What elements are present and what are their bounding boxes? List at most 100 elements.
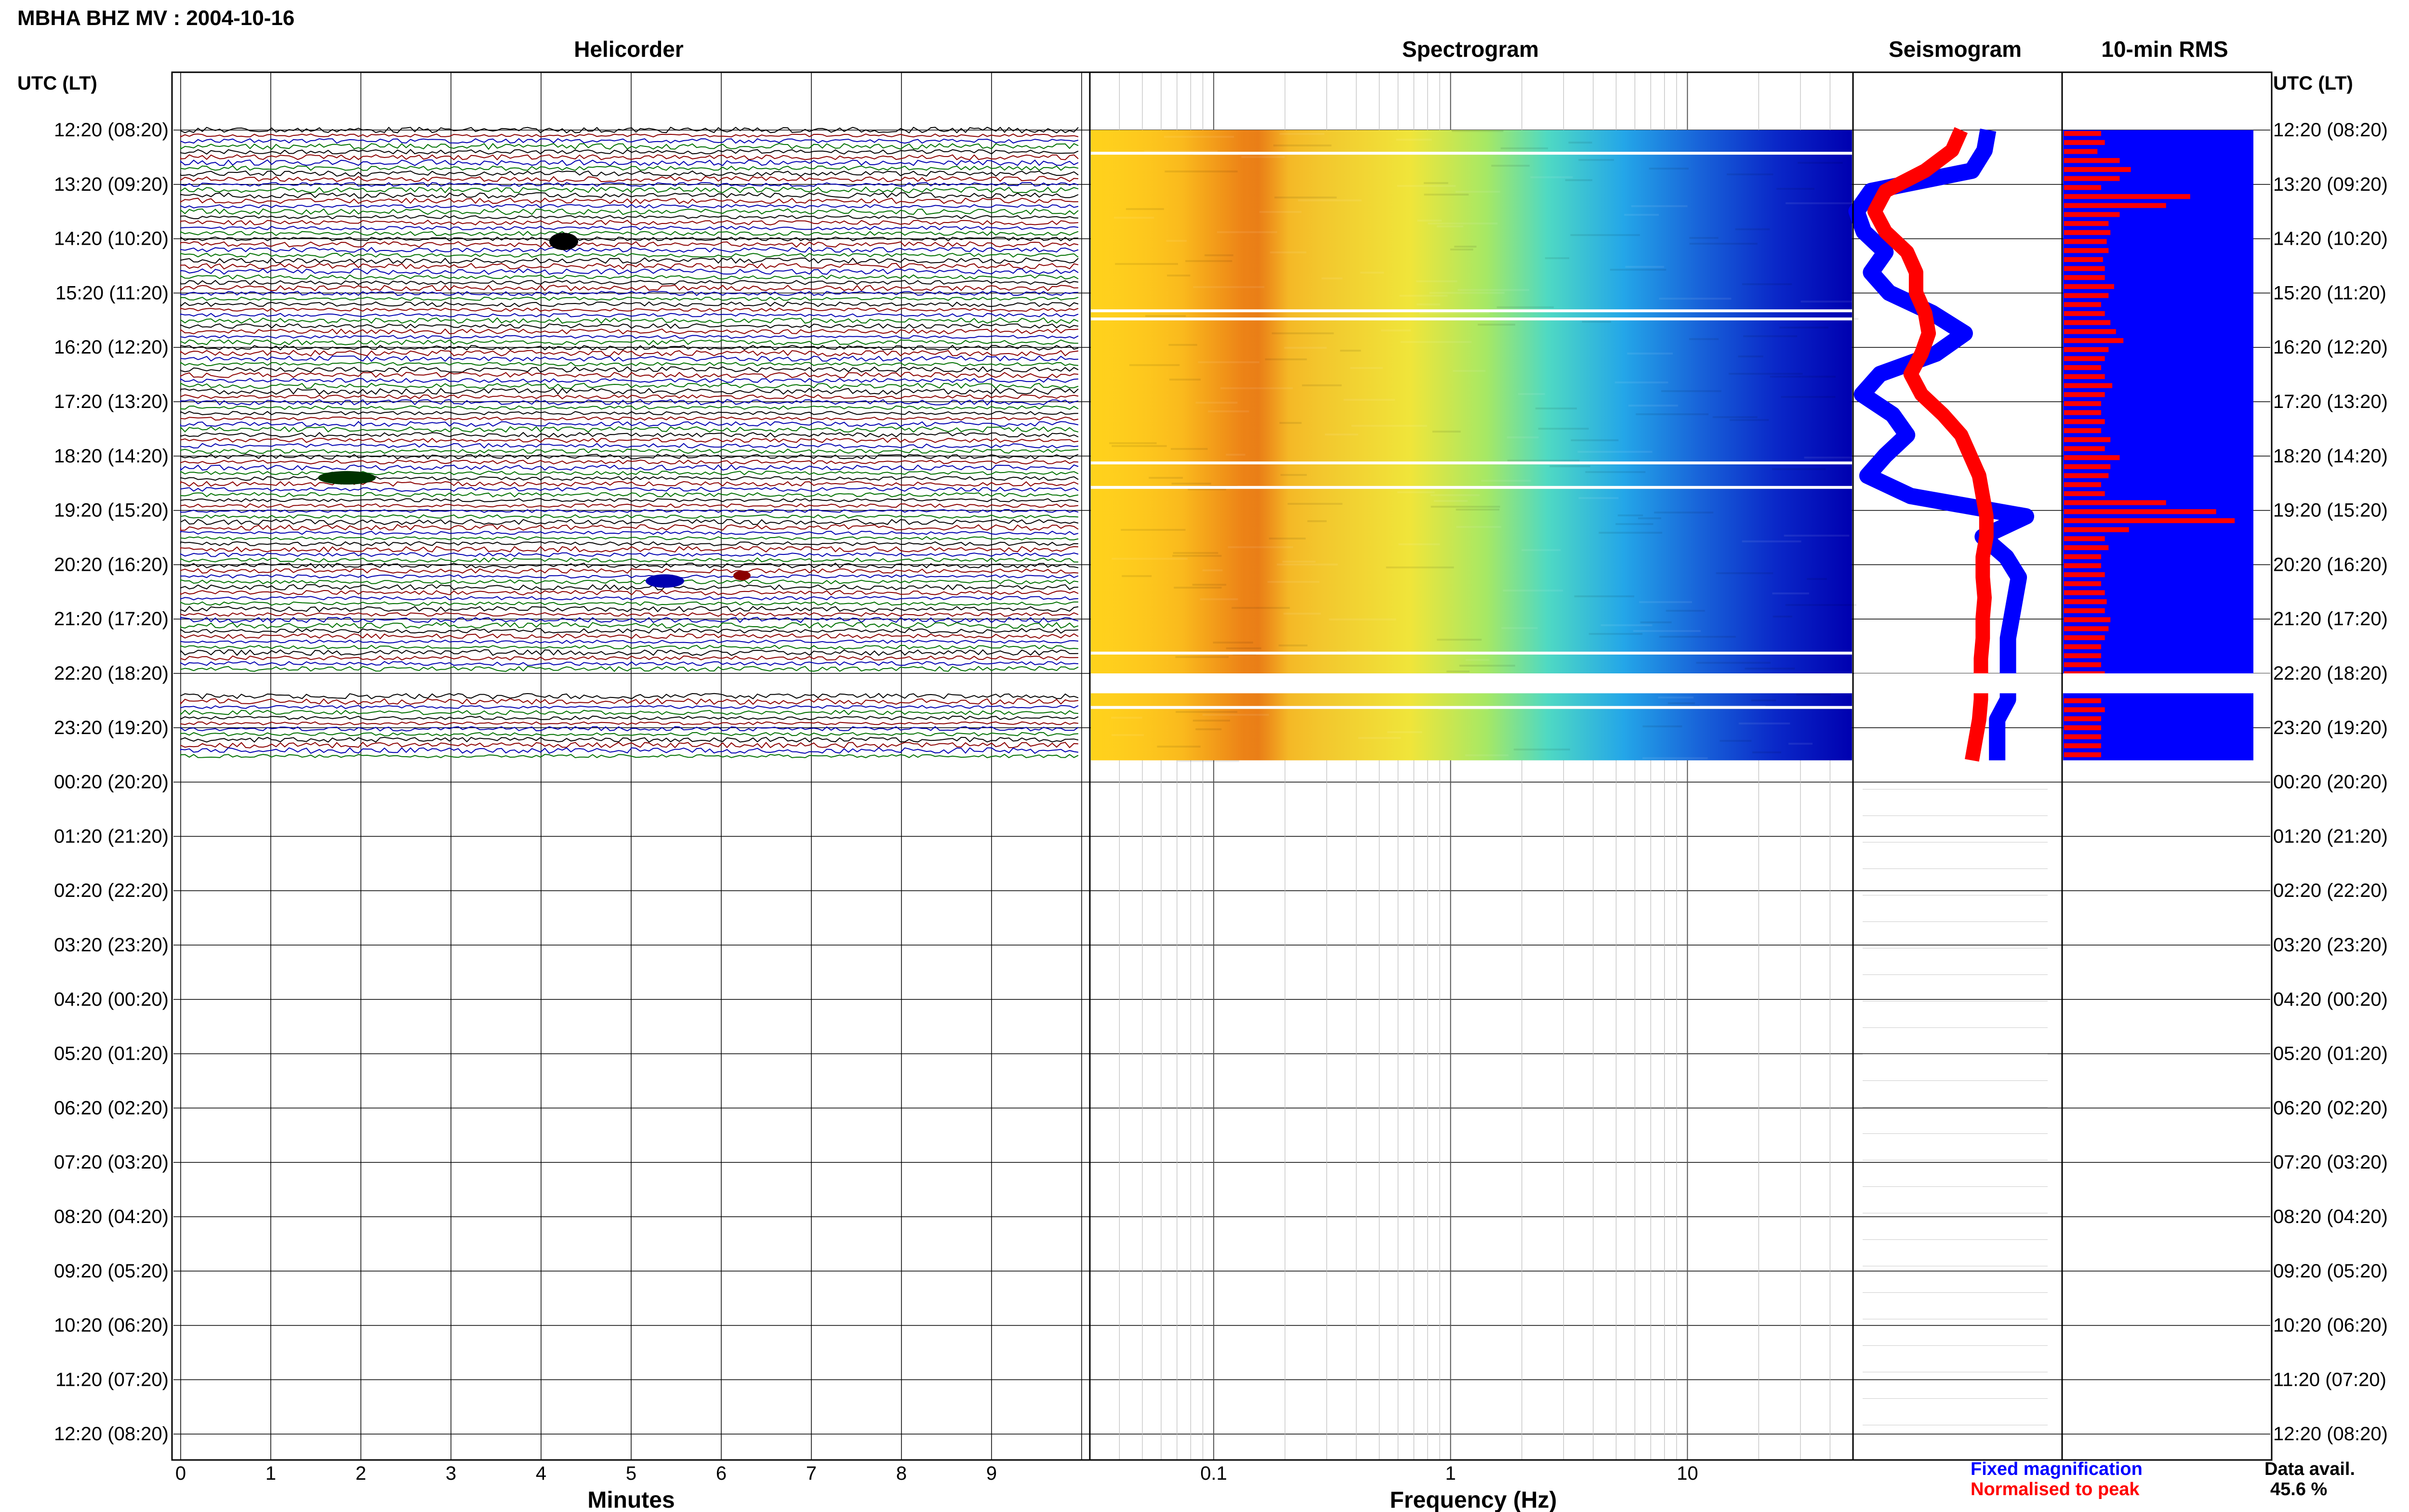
spectrogram-texture — [1582, 321, 1611, 323]
spectrogram-texture — [1202, 714, 1269, 716]
spectrogram-texture — [1446, 671, 1470, 672]
spectrogram-texture — [1284, 347, 1327, 349]
helicorder-trace — [180, 574, 1079, 579]
spectrogram-texture — [1631, 205, 1688, 207]
spectrogram-texture — [1599, 532, 1663, 534]
helicorder-trace — [180, 693, 1079, 699]
row-label-left: 08:20 (04:20) — [54, 1206, 169, 1227]
spectrogram-texture — [1649, 168, 1689, 170]
spectrogram-gap-line — [1090, 486, 1853, 489]
spectrogram-texture — [1668, 702, 1695, 704]
rms-bar — [2064, 383, 2113, 388]
helicorder-tick-label: 1 — [265, 1463, 276, 1484]
spectrogram-texture — [1752, 751, 1782, 753]
helicorder-trace — [180, 252, 1079, 258]
spectrogram-texture — [1430, 494, 1480, 496]
helicorder-trace — [180, 481, 1079, 487]
spectrogram-texture — [1666, 610, 1705, 612]
helicorder-trace — [180, 498, 1079, 502]
spectrogram-texture — [1213, 642, 1253, 644]
spectrogram-texture — [1302, 384, 1342, 386]
spectrogram-texture — [1456, 509, 1500, 511]
spectrogram-texture — [1730, 419, 1769, 421]
spectrogram-texture — [1530, 176, 1573, 178]
rms-bar — [2064, 590, 2105, 595]
spectrogram-texture — [1416, 303, 1441, 305]
row-label-left: 22:20 (18:20) — [54, 663, 169, 684]
rms-bar — [2064, 194, 2190, 199]
rms-bar — [2064, 302, 2101, 307]
spectrogram-texture — [1358, 737, 1401, 739]
helicorder-trace — [180, 426, 1079, 433]
spectrogram-texture — [1164, 136, 1234, 138]
spectrogram-texture — [1171, 483, 1211, 485]
spectrogram-texture — [1772, 592, 1809, 594]
spectrogram-texture — [1453, 370, 1486, 372]
row-label-left: 20:20 (16:20) — [54, 554, 169, 575]
helicorder-trace — [180, 301, 1079, 307]
rms-bar — [2064, 572, 2105, 578]
spectrogram-texture — [1696, 662, 1771, 664]
helicorder-trace — [180, 204, 1079, 209]
row-labels-left: 12:20 (08:20) 13:20 (09:20) 14:20 (10:20) 1… — [54, 119, 169, 1445]
row-label-left: 12:20 (08:20) — [54, 1423, 169, 1445]
spectrogram-texture — [1574, 595, 1634, 597]
spectrogram-texture — [1111, 734, 1144, 736]
spectrogram-texture — [1168, 344, 1197, 346]
spectrogram-texture — [1457, 289, 1530, 291]
row-label-right: 08:20 (04:20) — [2273, 1206, 2388, 1227]
helicorder-trace — [180, 405, 1079, 410]
rms-bar — [2064, 221, 2109, 226]
spectrogram-texture — [1217, 231, 1277, 233]
spectrogram-texture — [1267, 581, 1320, 583]
helicorder-trace — [180, 644, 1079, 650]
rms-bar — [2064, 707, 2105, 712]
spectrogram-gap-line — [1090, 309, 1853, 313]
spectrogram-texture — [1430, 506, 1500, 508]
spectrogram-texture — [1535, 408, 1577, 409]
rms-bar — [2064, 464, 2111, 469]
spectrogram-texture — [1770, 376, 1836, 378]
rms-bar — [2064, 248, 2109, 253]
helicorder-trace — [180, 666, 1079, 672]
row-label-right: 22:20 (18:20) — [2273, 663, 2388, 684]
rms-bar — [2064, 500, 2166, 505]
spectrogram-texture — [1428, 223, 1498, 224]
helicorder-trace — [180, 284, 1079, 291]
spectrogram-texture — [1726, 173, 1774, 175]
helicorder-trace — [180, 215, 1079, 220]
rms-bar — [2064, 644, 2101, 649]
spectrogram-texture — [1397, 185, 1456, 187]
spectrogram-texture — [1174, 587, 1222, 589]
rms-data-gap — [2063, 673, 2271, 694]
data-avail-label: Data avail. — [2264, 1459, 2355, 1479]
spectrogram-texture — [1781, 396, 1836, 398]
spectrogram-texture — [1284, 613, 1321, 615]
helicorder-trace — [180, 649, 1079, 656]
spectrogram-panel — [1089, 72, 1873, 1460]
spectrogram-texture — [1720, 740, 1752, 742]
rms-bar — [2064, 293, 2109, 298]
spectrogram-texture — [1145, 315, 1186, 317]
spectrogram-texture — [1399, 295, 1448, 297]
rms-bar — [2064, 716, 2101, 722]
rms-bar — [2064, 392, 2105, 397]
spectrogram-texture — [1265, 358, 1307, 360]
spectrogram-texture — [1277, 564, 1338, 565]
row-label-right: 21:20 (17:20) — [2273, 608, 2388, 630]
spectrogram-texture — [1773, 616, 1792, 618]
helicorder-trace — [180, 307, 1079, 312]
spectrogram-texture — [1689, 338, 1719, 340]
row-label-left: 06:20 (02:20) — [54, 1097, 169, 1118]
helicorder-trace — [180, 443, 1079, 449]
spectrogram-texture — [1654, 512, 1714, 513]
helicorder-trace — [180, 721, 1079, 725]
spectrogram-texture — [1615, 381, 1668, 383]
spectrogram-texture — [1398, 543, 1440, 545]
page-title: MBHA BHZ MV : 2004-10-16 — [17, 6, 294, 30]
spectrogram-texture — [1459, 665, 1515, 667]
helicorder-trace — [180, 519, 1079, 525]
rms-bar — [2064, 752, 2101, 758]
spectrogram-gap-line — [1090, 317, 1853, 321]
helicorder-trace — [180, 546, 1079, 552]
